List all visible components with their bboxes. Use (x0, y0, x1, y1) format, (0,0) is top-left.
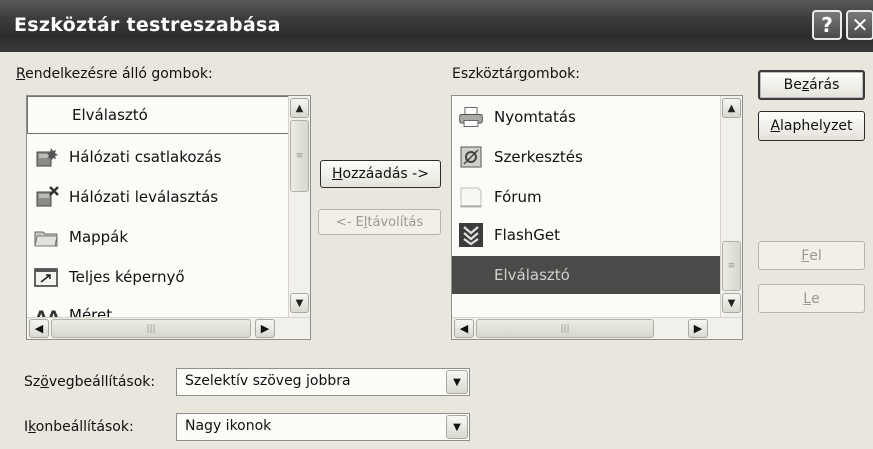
list-item[interactable]: FlashGet (452, 216, 560, 254)
edit-icon (458, 144, 484, 170)
scroll-right-arrow-icon[interactable]: ▶ (255, 319, 275, 338)
available-buttons-list[interactable]: Elválasztó Hálózati csatlakozás Hálózati… (26, 95, 311, 340)
add-button[interactable]: Hozzáadás -> (320, 160, 441, 188)
scroll-up-arrow-icon[interactable]: ▲ (722, 98, 741, 118)
icon-options-select[interactable]: Nagy ikonok ▼ (176, 413, 470, 441)
available-horizontal-scrollbar[interactable]: ◀ ||| ▶ (27, 317, 310, 339)
scroll-down-arrow-icon[interactable]: ▼ (290, 293, 309, 313)
toolbar-buttons-list[interactable]: Nyomtatás Szerkesztés Fórum FlashGet Elv… (451, 95, 743, 340)
close-icon: ✕ (851, 13, 869, 37)
scroll-down-arrow-icon[interactable]: ▼ (722, 293, 741, 313)
move-up-button[interactable]: Fel (758, 241, 865, 270)
dialog-title: Eszköztár testreszabása (14, 14, 281, 36)
help-button[interactable]: ? (812, 10, 842, 40)
available-vertical-scrollbar[interactable]: ▲ ≡ ▼ (288, 96, 310, 317)
scroll-thumb[interactable]: ||| (476, 319, 654, 338)
forum-icon (458, 184, 484, 210)
list-item-selected[interactable]: Elválasztó (452, 256, 720, 294)
scroll-up-arrow-icon[interactable]: ▲ (290, 98, 309, 118)
reset-button[interactable]: Alaphelyzet (758, 111, 865, 141)
help-icon: ? (821, 13, 833, 37)
icon-options-label: Ikonbeállítások: (24, 419, 134, 435)
toolbar-buttons-label: Eszköztárgombok: (452, 66, 580, 82)
remove-button[interactable]: <- El távolítás (318, 209, 441, 235)
text-options-label: Szövegbeállítások: (24, 374, 156, 390)
title-bar: Eszköztár testreszabása ? ✕ (0, 0, 873, 52)
network-disconnect-icon (33, 184, 59, 210)
printer-icon (458, 104, 484, 130)
scroll-thumb[interactable]: ||| (51, 319, 251, 338)
close-button[interactable]: Be z árás (758, 70, 865, 100)
scroll-left-arrow-icon[interactable]: ◀ (29, 319, 49, 338)
list-item[interactable]: Teljes képernyő (27, 258, 185, 296)
toolbar-horizontal-scrollbar[interactable]: ◀ ||| ▶ (452, 317, 742, 339)
scroll-thumb[interactable]: ≡ (722, 241, 741, 291)
list-item[interactable]: Fórum (452, 178, 542, 216)
scroll-left-arrow-icon[interactable]: ◀ (454, 319, 474, 338)
available-buttons-label: Rendelkezésre álló gombok: (16, 66, 213, 82)
fullscreen-icon (33, 264, 59, 290)
list-item[interactable]: Szerkesztés (452, 138, 583, 176)
scroll-right-arrow-icon[interactable]: ▶ (688, 319, 708, 338)
network-connect-icon (33, 144, 59, 170)
move-down-button[interactable]: Le (758, 284, 865, 313)
folders-icon (33, 224, 59, 250)
flashget-icon (458, 222, 484, 248)
list-item[interactable]: Hálózati leválasztás (27, 178, 218, 216)
list-item[interactable]: Mappák (27, 218, 128, 256)
text-options-select[interactable]: Szelektív szöveg jobbra ▼ (176, 368, 470, 396)
list-item[interactable]: Elválasztó (27, 96, 290, 134)
toolbar-vertical-scrollbar[interactable]: ▲ ≡ ▼ (720, 96, 742, 317)
list-item[interactable]: Hálózati csatlakozás (27, 138, 221, 176)
scroll-thumb[interactable]: ≡ (290, 120, 309, 192)
chevron-down-icon[interactable]: ▼ (446, 370, 468, 394)
list-item[interactable]: Nyomtatás (452, 98, 576, 136)
chevron-down-icon[interactable]: ▼ (446, 415, 468, 439)
close-window-button[interactable]: ✕ (846, 10, 873, 40)
